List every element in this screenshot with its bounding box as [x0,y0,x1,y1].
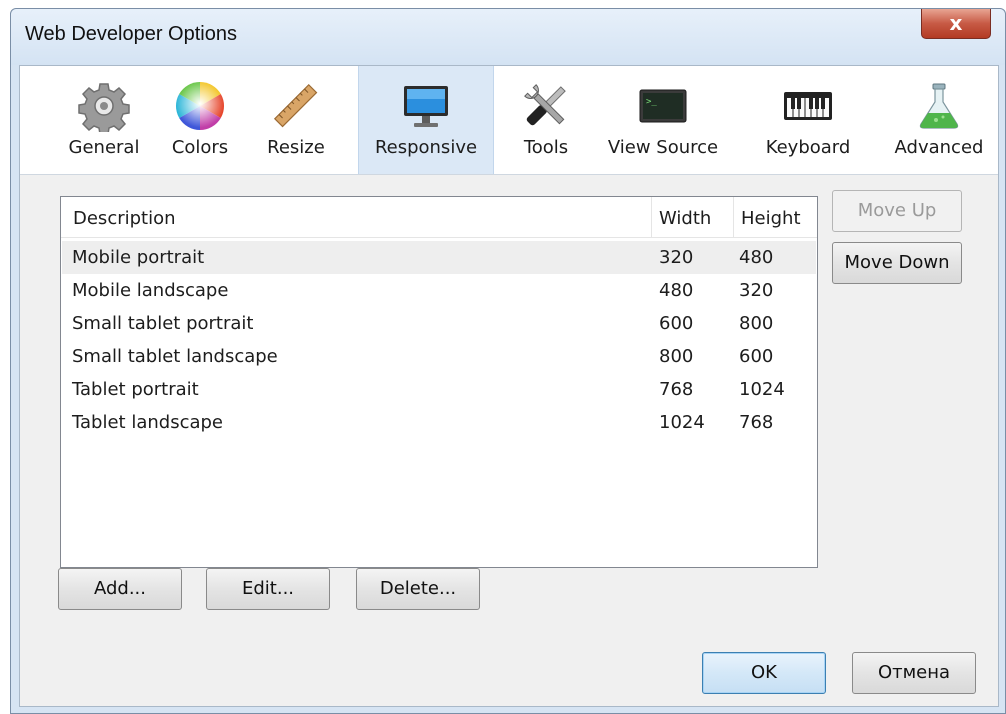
list-item[interactable]: Mobile portrait 320 480 [62,241,816,274]
category-toolbar: General Colors Resize Responsive Tools >… [20,66,998,175]
move-down-button[interactable]: Move Down [832,242,962,284]
row-width: 768 [659,379,694,400]
wrench-screwdriver-icon [524,84,566,126]
gear-icon [78,83,130,132]
title-bar: Web Developer Options x [11,9,1005,65]
row-height: 600 [739,346,774,367]
tab-colors[interactable]: Colors [156,66,244,174]
tab-general[interactable]: General [60,66,148,174]
list-item[interactable]: Small tablet landscape 800 600 [62,340,816,373]
list-item[interactable]: Small tablet portrait 600 800 [62,307,816,340]
tab-label: Tools [523,137,569,158]
list-item[interactable]: Tablet landscape 1024 768 [62,406,816,439]
flask-icon [919,83,959,129]
list-item[interactable]: Tablet portrait 768 1024 [62,373,816,406]
list-item[interactable]: Mobile landscape 480 320 [62,274,816,307]
row-height: 480 [739,247,774,268]
tab-label: Resize [267,137,325,158]
ok-button[interactable]: OK [702,652,826,694]
tab-keyboard[interactable]: Keyboard [748,66,868,174]
add-button[interactable]: Add... [58,568,182,610]
row-description: Small tablet landscape [72,346,278,367]
row-description: Small tablet portrait [72,313,254,334]
row-width: 480 [659,280,694,301]
row-width: 1024 [659,412,705,433]
tab-label: Keyboard [765,137,851,158]
delete-button[interactable]: Delete... [356,568,480,610]
row-height: 800 [739,313,774,334]
row-width: 800 [659,346,694,367]
row-description: Tablet landscape [72,412,223,433]
dialog-content: General Colors Resize Responsive Tools >… [19,65,999,707]
column-header-height[interactable]: Height [741,208,801,229]
column-header-description[interactable]: Description [73,208,176,229]
tab-label: View Source [607,137,719,158]
monitor-icon [404,86,448,127]
row-height: 1024 [739,379,785,400]
svg-text:>_: >_ [646,97,657,107]
row-height: 320 [739,280,774,301]
row-height: 768 [739,412,774,433]
row-description: Mobile portrait [72,247,205,268]
row-description: Mobile landscape [72,280,229,301]
tab-tools[interactable]: Tools [506,66,586,174]
row-width: 320 [659,247,694,268]
terminal-icon: >_ [639,89,687,123]
ruler-icon [273,83,318,128]
color-wheel-icon [175,81,225,130]
close-icon: x [949,11,963,35]
tab-responsive[interactable]: Responsive [358,66,494,174]
column-divider [733,197,734,237]
tab-label: Responsive [374,137,478,158]
options-dialog: Web Developer Options x General Colors R… [10,8,1006,714]
keyboard-icon [784,92,832,120]
tab-label: Colors [171,137,229,158]
tab-advanced[interactable]: Advanced [884,66,994,174]
tab-label: General [68,137,140,158]
tab-resize[interactable]: Resize [252,66,340,174]
window-title: Web Developer Options [25,23,237,45]
close-button[interactable]: x [921,9,991,39]
edit-button[interactable]: Edit... [206,568,330,610]
column-header-width[interactable]: Width [659,208,711,229]
responsive-layouts-list[interactable]: Description Width Height Mobile portrait… [60,196,818,568]
cancel-button[interactable]: Отмена [852,652,976,694]
tab-label: Advanced [894,137,984,158]
row-description: Tablet portrait [72,379,199,400]
tab-view-source[interactable]: >_ View Source [594,66,732,174]
row-width: 600 [659,313,694,334]
column-divider [651,197,652,237]
move-up-button[interactable]: Move Up [832,190,962,232]
list-header: Description Width Height [61,197,817,238]
